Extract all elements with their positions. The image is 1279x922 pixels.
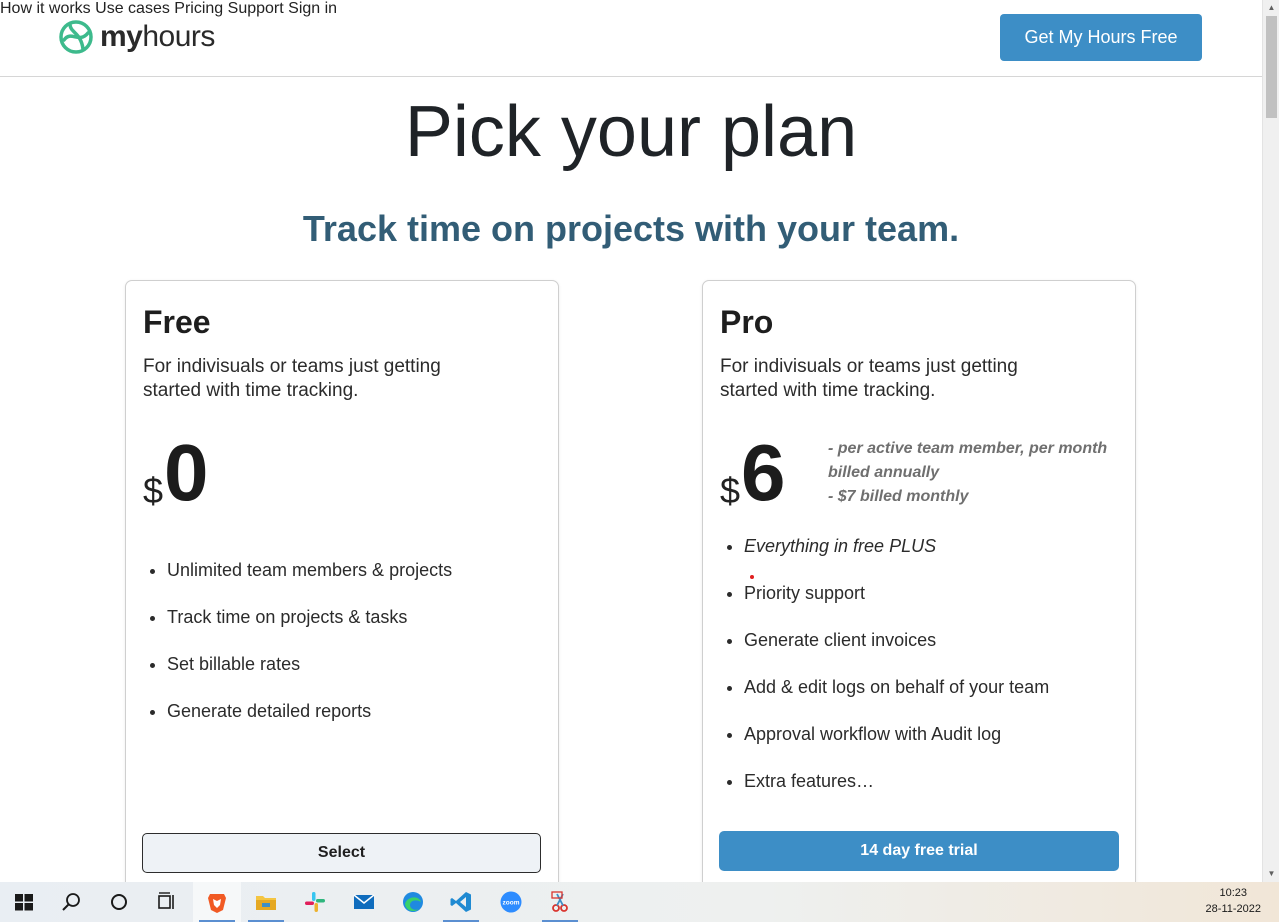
currency-symbol: $ <box>720 470 741 511</box>
feature-list: Everything in free PLUS Priority support… <box>744 535 1049 817</box>
free-trial-button[interactable]: 14 day free trial <box>719 831 1119 871</box>
edge-icon[interactable] <box>389 882 437 922</box>
feature-item: Everything in free PLUS <box>744 535 1049 582</box>
windows-taskbar: zoom 10:23 28-11-2022 <box>0 882 1279 922</box>
feature-item: Approval workflow with Audit log <box>744 723 1049 770</box>
price-note-line: - per active team member, per month <box>828 440 1108 457</box>
file-explorer-icon[interactable] <box>242 882 290 922</box>
feature-item: Generate client invoices <box>744 629 1049 676</box>
feature-item: Extra features… <box>744 770 1049 817</box>
feature-item: Track time on projects & tasks <box>167 606 452 653</box>
clock-time: 10:23 <box>1219 887 1248 899</box>
feature-item: Add & edit logs on behalf of your team <box>744 676 1049 723</box>
page-subtitle: Track time on projects with your team. <box>302 208 960 249</box>
feature-item: Unlimited team members & projects <box>167 559 452 606</box>
plan-description: For indivisuals or teams just getting st… <box>720 356 1018 401</box>
feature-item: Priority support <box>744 582 1049 629</box>
page-title: Pick your plan <box>404 92 858 172</box>
price-note-line: billed annually <box>828 464 940 481</box>
select-free-plan-button[interactable]: Select <box>142 833 541 873</box>
get-my-hours-free-button[interactable]: Get My Hours Free <box>1000 14 1202 61</box>
myhours-logo[interactable]: myhours <box>59 20 215 54</box>
mail-icon[interactable] <box>340 882 388 922</box>
price-amount: 6 <box>741 428 786 517</box>
zoom-icon[interactable]: zoom <box>487 882 535 922</box>
plan-name: Free <box>143 304 211 340</box>
plan-card-free: Free For indivisuals or teams just getti… <box>125 280 559 882</box>
svg-text:zoom: zoom <box>503 900 520 907</box>
nav-how-it-works[interactable]: How it works <box>0 0 91 17</box>
scroll-down-arrow-icon[interactable]: ▼ <box>1263 866 1279 882</box>
scroll-thumb[interactable] <box>1266 16 1277 118</box>
browser-viewport: myhours How it works Use cases Pricing S… <box>0 0 1262 882</box>
task-view-icon[interactable] <box>143 882 191 922</box>
plan-card-pro: Pro For indivisuals or teams just gettin… <box>702 280 1136 882</box>
site-header: myhours How it works Use cases Pricing S… <box>0 0 1262 77</box>
scroll-up-arrow-icon[interactable]: ▲ <box>1263 0 1279 16</box>
logo-wordmark: myhours <box>100 20 215 53</box>
search-icon[interactable] <box>47 882 95 922</box>
plan-price: $ 6 <box>720 433 786 513</box>
plan-description: For indivisuals or teams just getting st… <box>143 356 441 401</box>
brave-icon[interactable] <box>193 882 241 922</box>
cortana-icon[interactable] <box>95 882 143 922</box>
windows-start-icon[interactable] <box>0 882 48 922</box>
price-note: - per active team member, per month bill… <box>828 437 1128 509</box>
price-note-line: - $7 billed monthly <box>828 488 969 505</box>
nav-pricing[interactable]: Pricing <box>174 0 223 17</box>
plan-name: Pro <box>720 304 774 340</box>
feature-item: Set billable rates <box>167 653 452 700</box>
system-clock[interactable]: 10:23 28-11-2022 <box>1206 885 1261 917</box>
price-amount: 0 <box>164 428 209 517</box>
currency-symbol: $ <box>143 470 164 511</box>
feature-list: Unlimited team members & projects Track … <box>167 559 452 747</box>
clock-date: 28-11-2022 <box>1205 903 1261 915</box>
vscode-icon[interactable] <box>437 882 485 922</box>
myhours-logo-icon <box>59 20 93 54</box>
nav-sign-in[interactable]: Sign in <box>288 0 337 17</box>
plan-price: $ 0 <box>143 433 209 513</box>
nav-support[interactable]: Support <box>228 0 284 17</box>
nav-use-cases[interactable]: Use cases <box>95 0 170 17</box>
snipping-tool-icon[interactable] <box>536 882 584 922</box>
cursor-dot <box>750 575 754 579</box>
vertical-scrollbar[interactable]: ▲ ▼ <box>1262 0 1279 882</box>
slack-icon[interactable] <box>291 882 339 922</box>
feature-item: Generate detailed reports <box>167 700 452 747</box>
